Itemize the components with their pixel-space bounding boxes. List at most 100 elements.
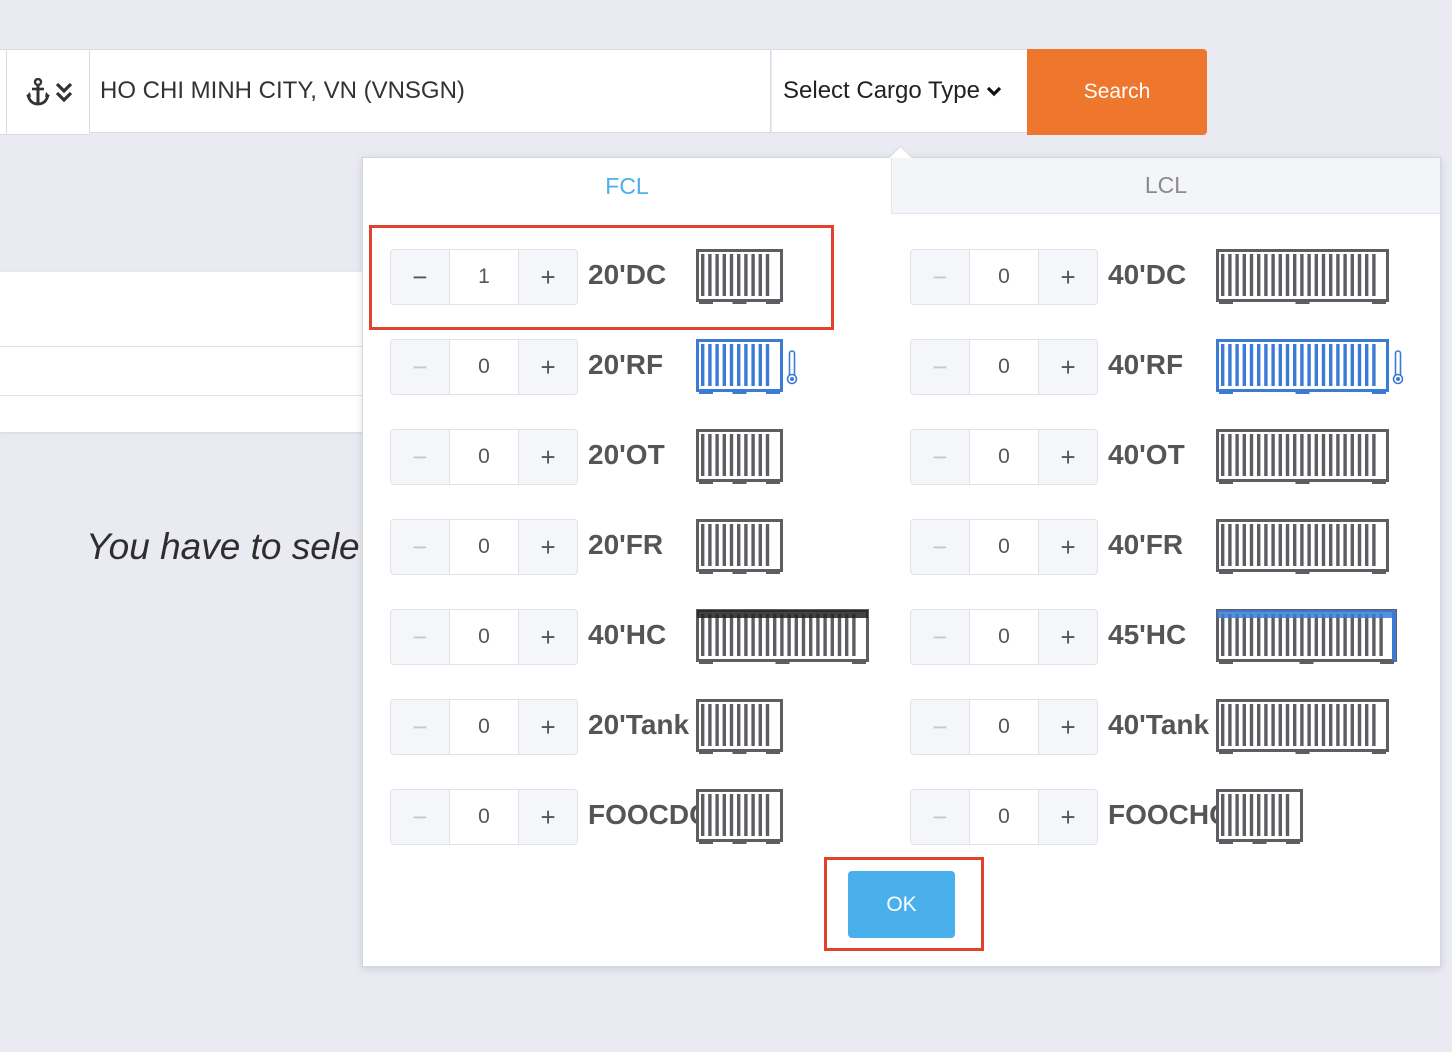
container-gray-icon [1216, 789, 1303, 852]
quantity-stepper: −0 + [910, 789, 1098, 845]
quantity-stepper: −0 + [910, 609, 1098, 665]
increment-button[interactable]: + [519, 340, 577, 394]
quantity-stepper: −0 + [910, 249, 1098, 305]
container-gray-icon [696, 789, 783, 852]
container-row-40rf: −0 +40'RF [910, 339, 1410, 395]
decrement-button[interactable]: − [911, 790, 969, 844]
container-row-40fr: −0 +40'FR [910, 519, 1410, 575]
quantity-input[interactable]: 0 [448, 610, 520, 664]
increment-button[interactable]: + [519, 430, 577, 484]
container-type-label: 40'Tank [1108, 709, 1210, 740]
quantity-input[interactable]: 0 [448, 790, 520, 844]
select-message: You have to sele [86, 526, 360, 567]
container-row-45hc: −0 +45'HC [910, 609, 1410, 665]
increment-button[interactable]: + [1039, 790, 1097, 844]
quantity-stepper: −0 + [910, 429, 1098, 485]
double-chevron-down-icon [55, 81, 73, 103]
container-row-foochc: −0 + FOOCHC [910, 789, 1410, 845]
container-type-label: 40'DC [1108, 259, 1187, 290]
container-gray-icon [696, 699, 783, 762]
decrement-button[interactable]: − [391, 430, 449, 484]
decrement-button[interactable]: − [391, 610, 449, 664]
quantity-input[interactable]: 0 [448, 700, 520, 754]
quantity-input[interactable]: 0 [968, 610, 1040, 664]
container-type-label: 40'OT [1108, 439, 1185, 470]
decrement-button[interactable]: − [911, 430, 969, 484]
quantity-stepper: −0 + [910, 519, 1098, 575]
increment-button[interactable]: + [1039, 340, 1097, 394]
container-type-label: 40'RF [1108, 349, 1184, 380]
highlight-box-20dc [369, 225, 834, 330]
container-type-label: FOOCHC [1108, 799, 1230, 830]
location-input[interactable]: HO CHI MINH CITY, VN (VNSGN) [89, 49, 771, 133]
quantity-input[interactable]: 0 [968, 430, 1040, 484]
increment-button[interactable]: + [519, 700, 577, 754]
container-row-40dc: −0 +40'DC [910, 249, 1410, 305]
quantity-input[interactable]: 0 [968, 340, 1040, 394]
increment-button[interactable]: + [519, 790, 577, 844]
quantity-stepper: −0 + [390, 429, 578, 485]
container-row-20rf: −0 +20'RF [390, 339, 890, 395]
quantity-stepper: −0 + [910, 699, 1098, 755]
divider [0, 395, 365, 396]
port-type-toggle[interactable] [6, 49, 90, 135]
container-type-label: 40'HC [588, 619, 667, 650]
increment-button[interactable]: + [1039, 610, 1097, 664]
container-row-40ot: −0 +40'OT [910, 429, 1410, 485]
quantity-stepper: −0 + [910, 339, 1098, 395]
decrement-button[interactable]: − [391, 340, 449, 394]
container-gray-icon [1216, 699, 1389, 762]
quantity-stepper: −0 + [390, 339, 578, 395]
cargo-type-select[interactable]: Select Cargo Type [772, 49, 1027, 133]
divider [0, 346, 365, 347]
decrement-button[interactable]: − [911, 700, 969, 754]
container-type-label: 20'FR [588, 529, 664, 560]
quantity-input[interactable]: 0 [448, 340, 520, 394]
container-type-label: 20'Tank [588, 709, 690, 740]
increment-button[interactable]: + [1039, 520, 1097, 574]
quantity-input[interactable]: 0 [968, 520, 1040, 574]
container-gray-icon [1216, 249, 1389, 312]
background-result-card [0, 272, 365, 432]
container-gray-icon [1216, 519, 1389, 582]
decrement-button[interactable]: − [391, 700, 449, 754]
container-row-20ot: −0 +20'OT [390, 429, 890, 485]
container-type-label: 20'OT [588, 439, 665, 470]
decrement-button[interactable]: − [911, 610, 969, 664]
container-type-label: 20'RF [588, 349, 664, 380]
anchor-icon [25, 78, 51, 106]
quantity-input[interactable]: 0 [448, 520, 520, 574]
quantity-input[interactable]: 0 [968, 700, 1040, 754]
decrement-button[interactable]: − [911, 520, 969, 574]
tab-lcl[interactable]: LCL [891, 158, 1440, 214]
increment-button[interactable]: + [1039, 700, 1097, 754]
container-gray-icon [1216, 429, 1389, 492]
decrement-button[interactable]: − [911, 340, 969, 394]
high-cube-container-blue-icon [1216, 609, 1397, 672]
quantity-stepper: −0 + [390, 699, 578, 755]
cargo-type-label: Select Cargo Type [783, 77, 981, 104]
highlight-box-ok [824, 857, 984, 951]
decrement-button[interactable]: − [391, 520, 449, 574]
quantity-stepper: −0 + [390, 789, 578, 845]
tab-fcl[interactable]: FCL [363, 158, 891, 214]
search-button[interactable]: Search [1027, 49, 1207, 135]
quantity-input[interactable]: 0 [968, 790, 1040, 844]
increment-button[interactable]: + [1039, 250, 1097, 304]
decrement-button[interactable]: − [911, 250, 969, 304]
quantity-input[interactable]: 0 [448, 430, 520, 484]
increment-button[interactable]: + [519, 610, 577, 664]
search-bar: HO CHI MINH CITY, VN (VNSGN) Select Carg… [0, 49, 1207, 135]
container-row-foocdc: −0 + FOOCDC [390, 789, 890, 845]
high-cube-container-icon [696, 609, 869, 672]
container-type-label: 40'FR [1108, 529, 1184, 560]
increment-button[interactable]: + [1039, 430, 1097, 484]
container-row-20fr: −0 +20'FR [390, 519, 890, 575]
increment-button[interactable]: + [519, 520, 577, 574]
container-gray-icon [696, 519, 783, 582]
quantity-input[interactable]: 0 [968, 250, 1040, 304]
container-row-20tank: −0 +20'Tank [390, 699, 890, 755]
container-gray-icon [696, 429, 783, 492]
decrement-button[interactable]: − [391, 790, 449, 844]
container-row-40tank: −0 +40'Tank [910, 699, 1410, 755]
